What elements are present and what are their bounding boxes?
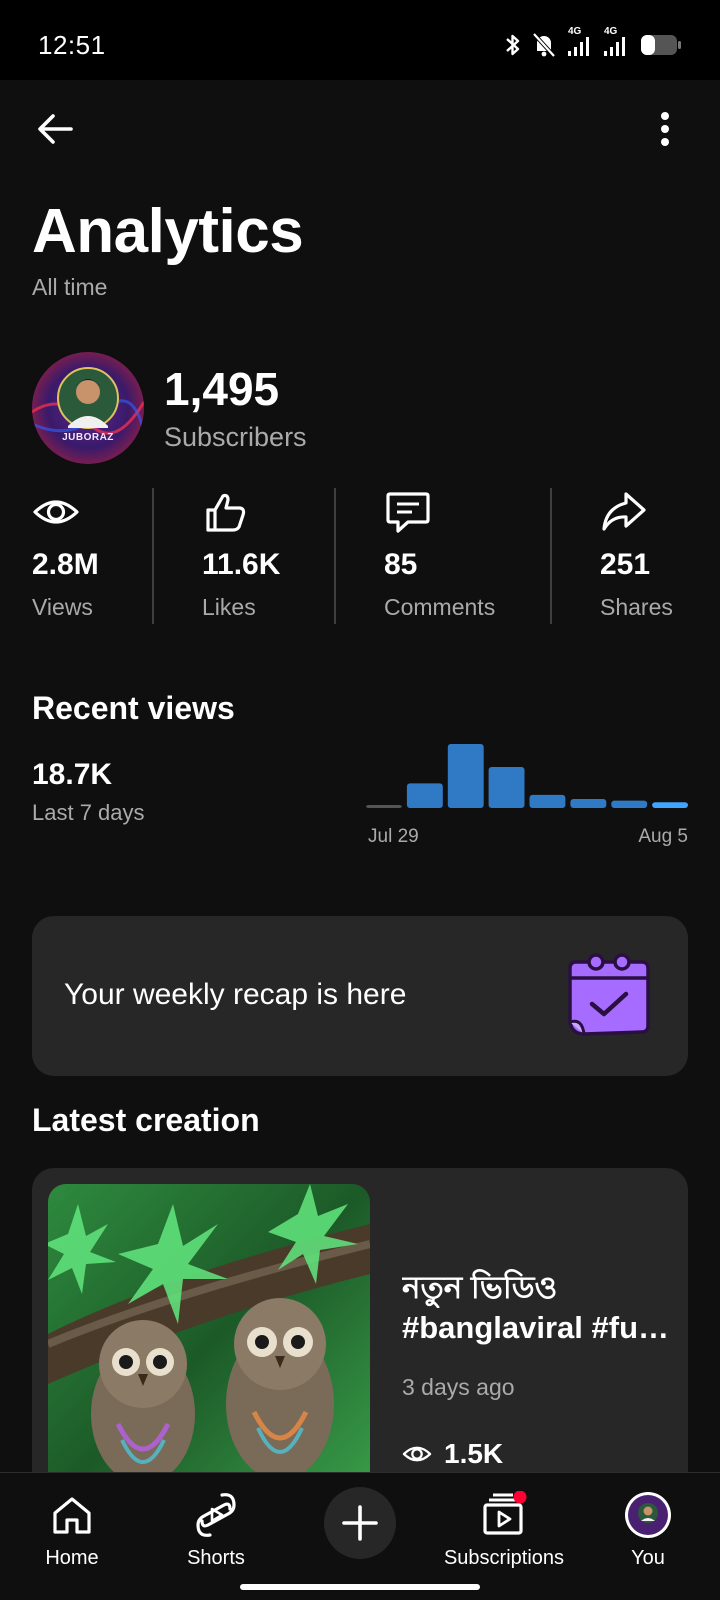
chart-bar-aug-4 <box>611 800 648 808</box>
subscriptions-icon <box>480 1491 528 1539</box>
comment-icon <box>386 492 430 533</box>
shares-value: 251 <box>600 548 651 581</box>
latest-creation-title: Latest creation <box>32 1102 260 1138</box>
thumbnail-image <box>48 1184 370 1508</box>
back-button[interactable] <box>30 104 80 154</box>
chart-bar-jul-31 <box>447 744 484 808</box>
share-icon <box>602 492 646 531</box>
chart-tick-start: Jul 29 <box>368 826 419 847</box>
more-vertical-icon <box>661 112 669 146</box>
latest-creation-card[interactable]: নতুন ভিডিও #banglaviral #funny 3 days ag… <box>32 1168 688 1508</box>
eye-icon <box>402 1446 432 1462</box>
signal-1: 4G <box>566 26 592 58</box>
status-icons: 4G 4G <box>504 26 682 60</box>
bottom-nav: Home Shorts Subscriptions You <box>0 1472 720 1600</box>
nav-shorts[interactable]: Shorts <box>144 1485 288 1575</box>
nav-home[interactable]: Home <box>0 1485 144 1575</box>
network-1-label: 4G <box>568 26 582 37</box>
likes-value: 11.6K <box>202 548 281 581</box>
comments-label: Comments <box>384 594 496 620</box>
back-arrow-icon <box>38 114 73 144</box>
chart-bar-jul-29 <box>366 805 402 808</box>
channel-avatar[interactable]: JUBORAZ <box>32 352 144 464</box>
shorts-icon <box>192 1491 240 1539</box>
nav-you[interactable]: You <box>576 1485 720 1575</box>
weekly-recap-card[interactable]: Your weekly recap is here <box>32 916 688 1076</box>
avatar-text: JUBORAZ <box>62 432 114 443</box>
subscribers-count: 1,495 <box>164 363 280 415</box>
likes-label: Likes <box>202 594 256 620</box>
views-value: 2.8M <box>32 548 99 581</box>
create-button[interactable] <box>324 1487 396 1559</box>
video-time-ago: 3 days ago <box>402 1374 515 1400</box>
stat-divider <box>152 488 154 624</box>
chart-bar-aug-1 <box>488 767 525 808</box>
eye-icon <box>33 500 79 524</box>
recent-views-value: 18.7K <box>32 758 113 791</box>
chart-bar-jul-30 <box>406 783 443 808</box>
network-2-label: 4G <box>604 26 618 37</box>
stats-row: 2.8M Views 11.6K Likes 85 Comments 251 S… <box>0 488 720 624</box>
plus-icon <box>342 1505 378 1541</box>
top-bar <box>0 80 720 176</box>
video-title[interactable]: নতুন ভিডিও #banglaviral #funny <box>402 1268 672 1348</box>
video-views: 1.5K <box>402 1438 503 1470</box>
nav-subscriptions[interactable]: Subscriptions <box>432 1485 576 1575</box>
status-bar: 12:51 4G 4G <box>0 0 720 80</box>
nav-home-label: Home <box>45 1547 99 1569</box>
home-icon <box>48 1491 96 1539</box>
comments-value: 85 <box>384 548 418 581</box>
chart-bar-aug-2 <box>529 794 566 808</box>
nav-shorts-label: Shorts <box>187 1547 245 1569</box>
nav-subscriptions-label: Subscriptions <box>443 1547 565 1569</box>
page-title: Analytics <box>32 197 304 266</box>
video-title-line-2: #banglaviral #funny <box>402 1310 672 1345</box>
nav-you-label: You <box>631 1547 665 1569</box>
recent-views-period: Last 7 days <box>32 800 145 825</box>
stat-divider <box>334 488 336 624</box>
stat-divider <box>550 488 552 624</box>
views-label: Views <box>32 594 93 620</box>
recent-views-title: Recent views <box>32 690 235 726</box>
status-time: 12:51 <box>38 30 106 60</box>
chart-tick-end: Aug 5 <box>638 826 688 847</box>
more-options-button[interactable] <box>640 104 690 154</box>
video-views-value: 1.5K <box>444 1438 504 1469</box>
calendar-check-icon <box>568 953 650 1036</box>
avatar <box>624 1491 672 1539</box>
video-thumbnail[interactable] <box>48 1184 370 1508</box>
signal-2: 4G <box>602 26 630 58</box>
chart-bar-aug-5 <box>652 802 688 808</box>
avatar-image <box>32 352 144 464</box>
thumbs-up-icon <box>206 493 246 532</box>
chart-bar-aug-3 <box>570 799 607 808</box>
weekly-recap-text: Your weekly recap is here <box>64 978 407 1011</box>
home-indicator <box>240 1584 480 1590</box>
subscribers-label: Subscribers <box>164 422 307 452</box>
page-subtitle: All time <box>32 274 108 300</box>
battery-icon <box>641 35 681 55</box>
video-title-line-1: নতুন ভিডিও <box>402 1270 558 1305</box>
shares-label: Shares <box>600 594 673 620</box>
mute-bell-icon <box>532 32 556 58</box>
bluetooth-icon <box>506 34 520 56</box>
